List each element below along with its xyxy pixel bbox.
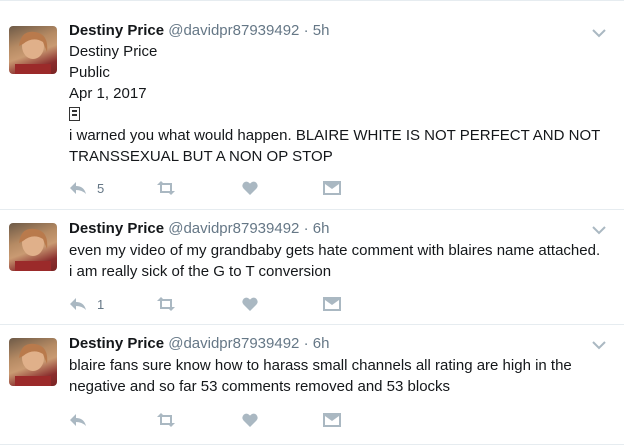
flag-icon: [69, 107, 80, 121]
reply-count: 1: [97, 296, 105, 312]
reply-count: 5: [97, 180, 105, 196]
retweet-button[interactable]: [156, 294, 176, 314]
timeline: Destiny Price @davidpr87939492 · 5h Dest…: [0, 0, 624, 445]
like-icon: [242, 413, 258, 427]
tweet-line: [69, 104, 604, 125]
direct-message-button[interactable]: [323, 294, 341, 314]
direct-message-button[interactable]: [323, 178, 341, 198]
avatar[interactable]: [9, 223, 57, 271]
author-handle[interactable]: @davidpr87939492: [168, 335, 299, 352]
author-name[interactable]: Destiny Price: [69, 22, 164, 39]
separator: ·: [303, 220, 309, 237]
chevron-down-icon[interactable]: [592, 337, 606, 350]
direct-message-icon: [323, 413, 341, 427]
tweet-line: Destiny Price: [69, 43, 158, 60]
tweet-header: Destiny Price @davidpr87939492 · 5h: [69, 22, 329, 40]
reply-icon: [69, 297, 87, 311]
direct-message-button[interactable]: [323, 410, 341, 430]
author-handle[interactable]: @davidpr87939492: [168, 22, 299, 39]
tweet[interactable]: Destiny Price @davidpr87939492 · 6h even…: [0, 210, 624, 325]
author-name[interactable]: Destiny Price: [69, 335, 164, 352]
like-icon: [242, 297, 258, 311]
avatar[interactable]: [9, 338, 57, 386]
separator: ·: [303, 335, 309, 352]
tweet-line: Apr 1, 2017: [69, 85, 147, 102]
direct-message-icon: [323, 181, 341, 195]
like-button[interactable]: [242, 178, 258, 198]
reply-button[interactable]: 1: [69, 294, 104, 314]
reply-icon: [69, 413, 87, 427]
tweet-timestamp[interactable]: 6h: [313, 335, 330, 352]
like-icon: [242, 181, 258, 195]
retweet-icon: [156, 297, 176, 311]
tweet[interactable]: Destiny Price @davidpr87939492 · 5h Dest…: [0, 1, 624, 210]
tweet[interactable]: Destiny Price @davidpr87939492 · 6h blai…: [0, 325, 624, 445]
retweet-button[interactable]: [156, 410, 176, 430]
chevron-down-icon[interactable]: [592, 25, 606, 38]
separator: ·: [303, 22, 309, 39]
tweet-timestamp[interactable]: 6h: [313, 220, 330, 237]
like-button[interactable]: [242, 410, 258, 430]
retweet-button[interactable]: [156, 178, 176, 198]
retweet-icon: [156, 181, 176, 195]
reply-button[interactable]: 5: [69, 178, 104, 198]
retweet-icon: [156, 413, 176, 427]
like-button[interactable]: [242, 294, 258, 314]
tweet-text: Destiny Price Public Apr 1, 2017 i warne…: [69, 41, 604, 167]
tweet-text: blaire fans sure know how to harass smal…: [69, 357, 572, 395]
tweet-header: Destiny Price @davidpr87939492 · 6h: [69, 335, 329, 353]
reply-button[interactable]: [69, 410, 97, 430]
reply-icon: [69, 181, 87, 195]
direct-message-icon: [323, 297, 341, 311]
chevron-down-icon[interactable]: [592, 222, 606, 235]
tweet-header: Destiny Price @davidpr87939492 · 6h: [69, 220, 329, 238]
tweet-text: even my video of my grandbaby gets hate …: [69, 242, 601, 280]
author-name[interactable]: Destiny Price: [69, 220, 164, 237]
tweet-line: i warned you what would happen. BLAIRE W…: [69, 127, 601, 165]
avatar[interactable]: [9, 26, 57, 74]
tweet-line: Public: [69, 64, 110, 81]
tweet-timestamp[interactable]: 5h: [313, 22, 330, 39]
author-handle[interactable]: @davidpr87939492: [168, 220, 299, 237]
